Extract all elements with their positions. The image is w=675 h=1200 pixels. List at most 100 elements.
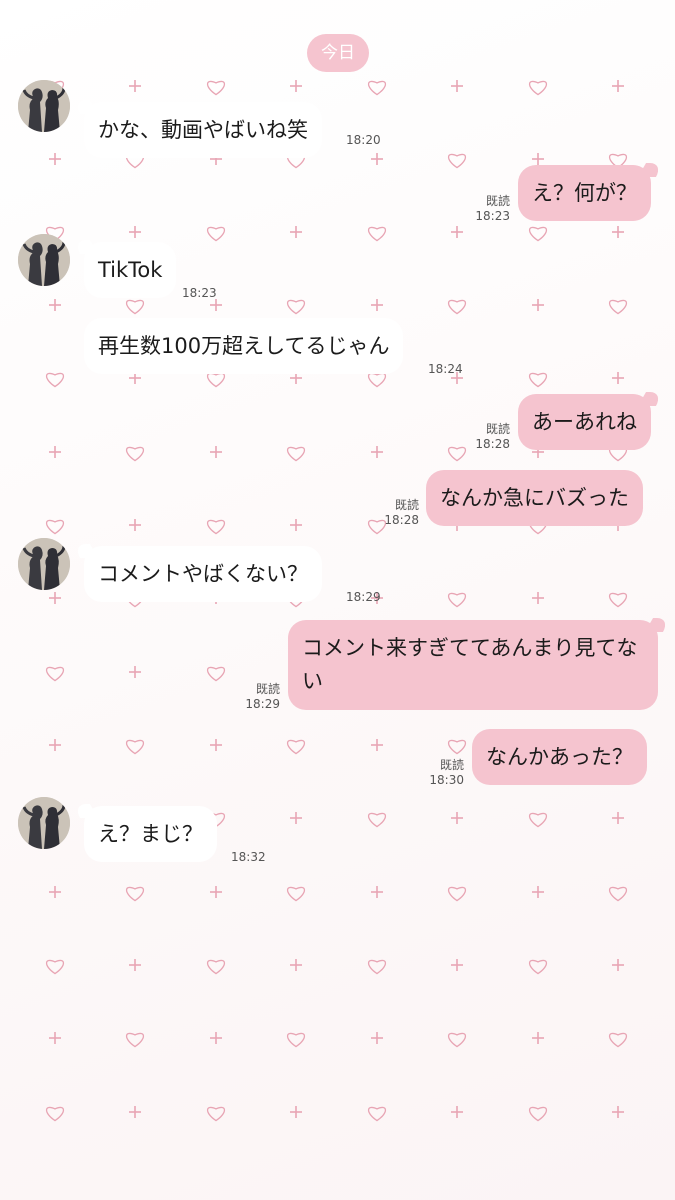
plus-icon — [451, 226, 463, 238]
plus-icon — [49, 446, 61, 458]
heart-outline-icon — [206, 372, 226, 388]
message-bubble-outgoing[interactable]: え？何が？ — [518, 165, 651, 221]
heart-outline-icon — [367, 80, 387, 96]
plus-icon — [532, 592, 544, 604]
plus-icon — [612, 372, 624, 384]
heart-outline-icon — [367, 226, 387, 242]
heart-outline-icon — [447, 739, 467, 755]
message-timestamp: 18:29 — [346, 590, 381, 604]
heart-outline-icon — [45, 372, 65, 388]
heart-outline-icon — [608, 886, 628, 902]
plus-icon — [129, 666, 141, 678]
heart-outline-icon — [125, 1032, 145, 1048]
plus-icon — [129, 959, 141, 971]
heart-outline-icon — [206, 1106, 226, 1122]
heart-outline-icon — [45, 959, 65, 975]
plus-icon — [532, 1032, 544, 1044]
heart-outline-icon — [447, 446, 467, 462]
plus-icon — [371, 886, 383, 898]
plus-icon — [532, 299, 544, 311]
avatar-silhouette-icon — [18, 80, 70, 132]
heart-outline-icon — [206, 959, 226, 975]
message-timestamp: 18:30 — [429, 773, 464, 787]
message-bubble-outgoing[interactable]: なんか急にバズった — [426, 470, 643, 526]
plus-icon — [612, 80, 624, 92]
heart-outline-icon — [447, 299, 467, 315]
plus-icon — [612, 959, 624, 971]
heart-outline-icon — [206, 80, 226, 96]
plus-icon — [290, 226, 302, 238]
message-timestamp: 18:32 — [231, 850, 266, 864]
heart-outline-icon — [367, 372, 387, 388]
contact-avatar[interactable] — [18, 80, 70, 132]
heart-outline-icon — [367, 959, 387, 975]
plus-icon — [129, 519, 141, 531]
avatar-silhouette-icon — [18, 234, 70, 286]
plus-icon — [290, 519, 302, 531]
plus-icon — [49, 592, 61, 604]
heart-outline-icon — [286, 446, 306, 462]
heart-outline-icon — [608, 299, 628, 315]
heart-outline-icon — [125, 446, 145, 462]
message-read-status: 既読 18:30 — [428, 758, 464, 788]
read-receipt: 既読 — [485, 194, 510, 208]
message-timestamp: 18:28 — [475, 437, 510, 451]
message-bubble-outgoing[interactable]: コメント来すぎててあんまり見てない — [288, 620, 658, 710]
heart-outline-icon — [528, 372, 548, 388]
plus-icon — [49, 153, 61, 165]
message-bubble-incoming[interactable]: コメントやばくない？ — [84, 546, 322, 602]
avatar-silhouette-icon — [18, 797, 70, 849]
message-bubble-outgoing[interactable]: なんかあった？ — [472, 729, 647, 785]
plus-icon — [532, 153, 544, 165]
plus-icon — [290, 80, 302, 92]
heart-outline-icon — [45, 1106, 65, 1122]
message-read-status: 既読 18:29 — [244, 682, 280, 712]
message-read-status: 既読 18:23 — [474, 194, 510, 224]
plus-icon — [612, 226, 624, 238]
contact-avatar[interactable] — [18, 234, 70, 286]
heart-outline-icon — [125, 886, 145, 902]
plus-icon — [290, 1106, 302, 1118]
message-timestamp: 18:28 — [384, 513, 419, 527]
plus-icon — [49, 299, 61, 311]
plus-icon — [451, 1106, 463, 1118]
plus-icon — [290, 812, 302, 824]
heart-outline-icon — [447, 1032, 467, 1048]
heart-outline-icon — [367, 812, 387, 828]
read-receipt: 既読 — [394, 498, 419, 512]
plus-icon — [129, 1106, 141, 1118]
heart-outline-icon — [528, 812, 548, 828]
read-receipt: 既読 — [255, 682, 280, 696]
heart-outline-icon — [286, 1032, 306, 1048]
plus-icon — [532, 886, 544, 898]
message-read-status: 既読 18:28 — [474, 422, 510, 452]
heart-outline-icon — [608, 1032, 628, 1048]
plus-icon — [49, 886, 61, 898]
heart-outline-icon — [528, 1106, 548, 1122]
contact-avatar[interactable] — [18, 797, 70, 849]
message-bubble-incoming[interactable]: え？まじ？ — [84, 806, 217, 862]
contact-avatar[interactable] — [18, 538, 70, 590]
plus-icon — [49, 739, 61, 751]
heart-outline-icon — [206, 226, 226, 242]
plus-icon — [371, 1032, 383, 1044]
plus-icon — [371, 153, 383, 165]
plus-icon — [49, 1032, 61, 1044]
message-timestamp: 18:23 — [475, 209, 510, 223]
plus-icon — [210, 886, 222, 898]
heart-outline-icon — [206, 666, 226, 682]
heart-outline-icon — [447, 153, 467, 169]
heart-outline-icon — [45, 666, 65, 682]
plus-icon — [210, 739, 222, 751]
heart-outline-icon — [125, 299, 145, 315]
heart-outline-icon — [608, 592, 628, 608]
plus-icon — [371, 299, 383, 311]
plus-icon — [612, 1106, 624, 1118]
message-bubble-incoming[interactable]: 再生数100万超えしてるじゃん — [84, 318, 404, 374]
message-timestamp: 18:29 — [245, 697, 280, 711]
message-bubble-outgoing[interactable]: あーあれね — [518, 394, 651, 450]
message-bubble-incoming[interactable]: TikTok — [84, 242, 177, 298]
message-bubble-incoming[interactable]: かな、動画やばいね笑 — [84, 102, 322, 158]
heart-outline-icon — [367, 1106, 387, 1122]
plus-icon — [451, 812, 463, 824]
